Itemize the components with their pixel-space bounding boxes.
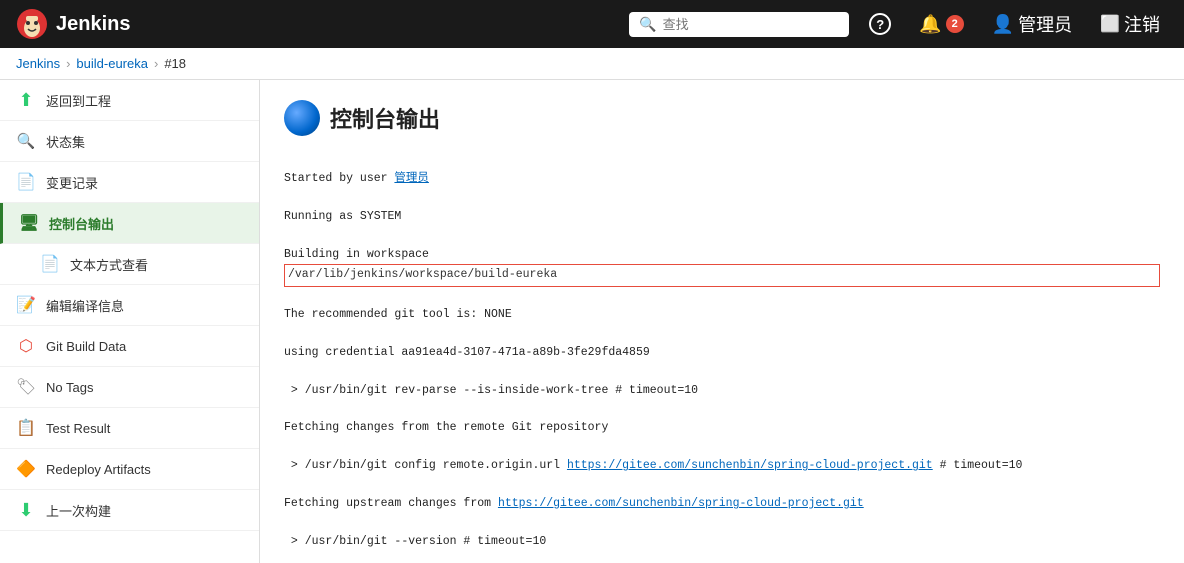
no-tags-icon: 🏷 bbox=[16, 377, 36, 397]
sidebar-item-redeploy-artifacts[interactable]: 🔶 Redeploy Artifacts bbox=[0, 449, 259, 490]
workspace-path: /var/lib/jenkins/workspace/build-eureka bbox=[284, 264, 1160, 286]
status-icon: 🔍 bbox=[16, 131, 36, 151]
sidebar-item-console-output[interactable]: 🖥 控制台输出 bbox=[0, 203, 259, 244]
sidebar-label-console-output: 控制台输出 bbox=[49, 214, 114, 233]
sidebar-item-status[interactable]: 🔍 状态集 bbox=[0, 121, 259, 162]
jenkins-title: Jenkins bbox=[56, 13, 130, 36]
sidebar: ⬆ 返回到工程 🔍 状态集 📄 变更记录 🖥 控制台输出 📄 文本方式查看 📝 … bbox=[0, 80, 260, 563]
breadcrumb-sep-2: › bbox=[154, 56, 158, 71]
user-icon: 👤 bbox=[992, 14, 1014, 35]
sidebar-label-changes: 变更记录 bbox=[46, 173, 98, 192]
line-building: Building in workspace /var/lib/jenkins/w… bbox=[284, 246, 1160, 287]
line-credential: using credential aa91ea4d-3107-471a-a89b… bbox=[284, 344, 1160, 362]
sidebar-label-prev-build: 上一次构建 bbox=[46, 501, 111, 520]
sidebar-item-text-view[interactable]: 📄 文本方式查看 bbox=[0, 244, 259, 285]
sidebar-label-git-build-data: Git Build Data bbox=[46, 339, 126, 354]
breadcrumb: Jenkins › build-eureka › #18 bbox=[0, 48, 1184, 80]
sidebar-item-test-result[interactable]: 📋 Test Result bbox=[0, 408, 259, 449]
console-output-text: Started by user 管理员 Running as SYSTEM Bu… bbox=[284, 152, 1160, 563]
header: Jenkins 🔍 ? 🔔 2 👤 管理员 ⬜ 注销 bbox=[0, 0, 1184, 48]
git-url-1[interactable]: https://gitee.com/sunchenbin/spring-clou… bbox=[567, 459, 933, 472]
sidebar-item-no-tags[interactable]: 🏷 No Tags bbox=[0, 367, 259, 408]
line-config-url: > /usr/bin/git config remote.origin.url … bbox=[284, 457, 1160, 475]
line-fetching-upstream: Fetching upstream changes from https://g… bbox=[284, 495, 1160, 513]
breadcrumb-build-number: #18 bbox=[164, 56, 186, 71]
sidebar-item-changes[interactable]: 📄 变更记录 bbox=[0, 162, 259, 203]
console-icon: 🖥 bbox=[19, 213, 39, 233]
sidebar-item-prev-build[interactable]: ⬇ 上一次构建 bbox=[0, 490, 259, 531]
sidebar-item-back-to-project[interactable]: ⬆ 返回到工程 bbox=[0, 80, 259, 121]
git-icon: ⬡ bbox=[16, 336, 36, 356]
sidebar-item-git-build-data[interactable]: ⬡ Git Build Data bbox=[0, 326, 259, 367]
logout-icon: ⬜ bbox=[1100, 14, 1120, 34]
help-button[interactable]: ? bbox=[861, 9, 899, 39]
line-running-as: Running as SYSTEM bbox=[284, 208, 1160, 226]
test-icon: 📋 bbox=[16, 418, 36, 438]
page-title: 控制台输出 bbox=[330, 102, 440, 134]
prev-icon: ⬇ bbox=[16, 500, 36, 520]
breadcrumb-build-eureka[interactable]: build-eureka bbox=[76, 56, 148, 71]
help-icon: ? bbox=[869, 13, 891, 35]
breadcrumb-sep-1: › bbox=[66, 56, 70, 71]
back-icon: ⬆ bbox=[16, 90, 36, 110]
breadcrumb-jenkins[interactable]: Jenkins bbox=[16, 56, 60, 71]
logout-label: 注销 bbox=[1124, 11, 1160, 37]
layout: ⬆ 返回到工程 🔍 状态集 📄 变更记录 🖥 控制台输出 📄 文本方式查看 📝 … bbox=[0, 80, 1184, 563]
line-rev-parse: > /usr/bin/git rev-parse --is-inside-wor… bbox=[284, 382, 1160, 400]
sidebar-item-edit-info[interactable]: 📝 编辑编译信息 bbox=[0, 285, 259, 326]
changes-icon: 📄 bbox=[16, 172, 36, 192]
line-started-by: Started by user 管理员 bbox=[284, 170, 1160, 188]
search-icon: 🔍 bbox=[639, 16, 656, 33]
sidebar-label-no-tags: No Tags bbox=[46, 380, 93, 395]
sidebar-label-redeploy-artifacts: Redeploy Artifacts bbox=[46, 462, 151, 477]
user-label: 管理员 bbox=[1018, 11, 1072, 37]
user-button[interactable]: 👤 管理员 bbox=[984, 7, 1080, 41]
edit-icon: 📝 bbox=[16, 295, 36, 315]
text-view-icon: 📄 bbox=[40, 254, 60, 274]
line-fetching: Fetching changes from the remote Git rep… bbox=[284, 419, 1160, 437]
redeploy-icon: 🔶 bbox=[16, 459, 36, 479]
search-box[interactable]: 🔍 bbox=[629, 12, 849, 37]
line-git-version: > /usr/bin/git --version # timeout=10 bbox=[284, 533, 1160, 551]
logout-button[interactable]: ⬜ 注销 bbox=[1092, 7, 1168, 41]
notification-badge: 2 bbox=[946, 15, 964, 33]
jenkins-logo: Jenkins bbox=[16, 8, 130, 40]
sidebar-label-test-result: Test Result bbox=[46, 421, 110, 436]
main-content: 控制台输出 Started by user 管理员 Running as SYS… bbox=[260, 80, 1184, 563]
sidebar-label-status: 状态集 bbox=[46, 132, 85, 151]
page-title-globe-icon bbox=[284, 100, 320, 136]
page-title-container: 控制台输出 bbox=[284, 100, 1160, 136]
sidebar-label-edit-info: 编辑编译信息 bbox=[46, 296, 124, 315]
search-input[interactable] bbox=[663, 17, 823, 32]
bell-icon: 🔔 bbox=[919, 14, 941, 35]
git-url-2[interactable]: https://gitee.com/sunchenbin/spring-clou… bbox=[498, 497, 864, 510]
line-git-tool: The recommended git tool is: NONE bbox=[284, 306, 1160, 324]
jenkins-logo-icon bbox=[16, 8, 48, 40]
sidebar-label-text-view: 文本方式查看 bbox=[70, 255, 148, 274]
notifications-button[interactable]: 🔔 2 bbox=[911, 10, 971, 39]
user-link[interactable]: 管理员 bbox=[394, 172, 429, 185]
sidebar-label-back-to-project: 返回到工程 bbox=[46, 91, 111, 110]
